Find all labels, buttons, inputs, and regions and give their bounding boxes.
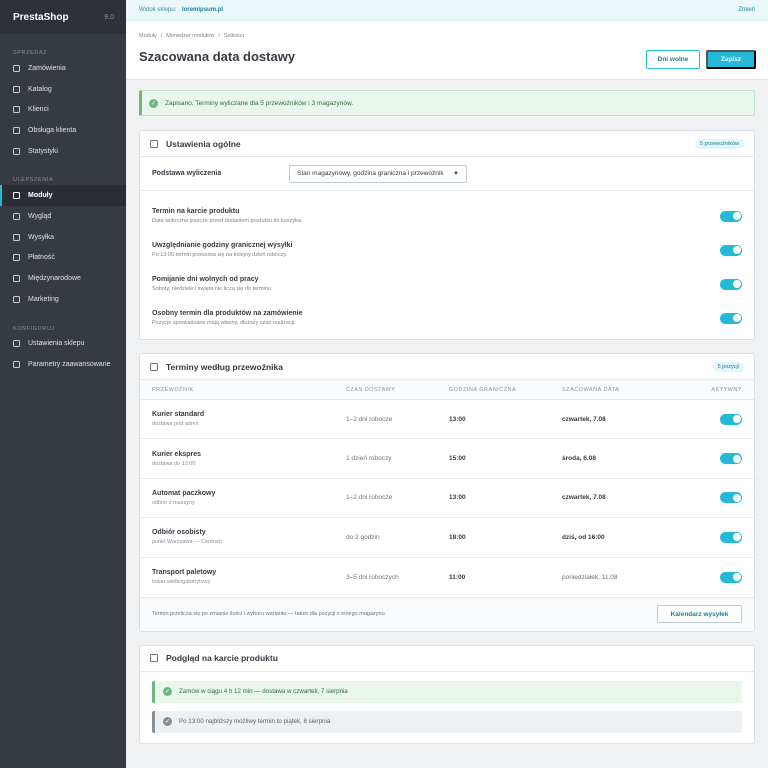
column-header[interactable]: PRZEWOŹNIK — [140, 387, 346, 393]
check-circle-icon: ✓ — [163, 687, 172, 697]
skip-holidays-toggle[interactable] — [720, 278, 742, 290]
shop-view-link[interactable]: loremipsum.pl — [182, 7, 223, 13]
shop-view-label: Widok sklepu: — [139, 7, 177, 13]
setting-row: Pomijanie dni wolnych od pracy Soboty, ni… — [140, 267, 754, 301]
column-header[interactable]: SZACOWANA DATA — [562, 387, 672, 393]
table-row: Kurier standard dostawa pod adres 1–2 dni… — [140, 400, 754, 440]
breadcrumb-item[interactable]: Moduły — [139, 33, 157, 39]
sidebar-item-customer-service[interactable]: Obsługa klienta — [0, 120, 126, 141]
card-header: Terminy według przewoźnika 5 pozycji — [140, 354, 754, 380]
sidebar-item-marketing[interactable]: Marketing — [0, 289, 126, 310]
checkbox-icon — [13, 275, 20, 283]
carrier-active-toggle[interactable] — [720, 413, 742, 425]
checkbox-icon — [13, 361, 20, 369]
column-header[interactable]: GODZINA GRANICZNA — [449, 387, 562, 393]
checkbox-icon — [13, 147, 20, 155]
card-title: Podgląd na karcie produktu — [166, 653, 278, 664]
check-circle-icon: ✓ — [149, 98, 158, 108]
checkbox-icon — [13, 254, 20, 262]
calculation-basis-select[interactable]: Stan magazynowy, godzina graniczna i prz… — [289, 164, 467, 183]
carrier-active-toggle[interactable] — [720, 531, 742, 543]
sidebar-item-payment[interactable]: Płatność — [0, 248, 126, 269]
checkbox-icon — [13, 106, 20, 114]
nav-section-sales: SPRZEDAŻ — [13, 50, 48, 56]
breadcrumb-item: Sellision — [223, 33, 245, 39]
footer-note: Termin przelicza się po zmianie ilości i… — [152, 611, 387, 618]
breadcrumb-item[interactable]: Menedżer modułów — [166, 33, 214, 39]
sidebar-item-modules[interactable]: Moduły — [0, 185, 126, 207]
card-title: Terminy według przewoźnika — [166, 361, 283, 372]
sidebar-item-international[interactable]: Międzynarodowe — [0, 268, 126, 289]
brand-logo[interactable]: PrestaShop — [13, 12, 69, 23]
sidebar-item-shop-settings[interactable]: Ustawienia sklepu — [0, 334, 126, 355]
calculation-basis-label: Podstawa wyliczenia — [152, 170, 222, 177]
card-header: Podgląd na karcie produktu — [140, 646, 754, 672]
success-alert: ✓ Zapisano. Terminy wyliczane dla 5 prze… — [139, 90, 755, 116]
alert-text: Zapisano. Terminy wyliczane dla 5 przewo… — [165, 99, 354, 107]
carriers-count-badge: 5 przewoźników — [694, 138, 744, 149]
save-button[interactable]: Zapisz — [706, 50, 756, 69]
checkbox-icon — [13, 295, 20, 303]
main-content: ✓ Zapisano. Terminy wyliczane dla 5 prze… — [139, 90, 755, 744]
table-row: Transport paletowy towar wielkogabarytowy… — [140, 558, 754, 597]
preview-message-primary: ✓ Zamów w ciągu 4 h 12 min — dostawa w c… — [152, 680, 742, 703]
sidebar: PrestaShop 9.0 SPRZEDAŻ Zamówienia Katal… — [0, 0, 126, 768]
page-title: Szacowana data dostawy — [139, 49, 296, 64]
setting-row: Termin na karcie produktu Data widoczna j… — [140, 199, 754, 233]
card-checkbox-icon — [150, 139, 158, 148]
rows-count-badge: 5 pozycji — [712, 361, 744, 372]
general-settings-card: Ustawienia ogólne 5 przewoźników Podstaw… — [139, 130, 755, 340]
shipping-calendar-button[interactable]: Kalendarz wysyłek — [657, 605, 742, 624]
preview-message-secondary: ✓ Po 13:00 najbliższy możliwy termin to … — [152, 710, 742, 733]
setting-row: Osobny termin dla produktów na zamówieni… — [140, 301, 754, 335]
sidebar-item-customers[interactable]: Klienci — [0, 99, 126, 120]
brand-bar: PrestaShop 9.0 — [0, 0, 126, 34]
sidebar-item-shipping[interactable]: Wysyłka — [0, 227, 126, 248]
sidebar-item-design[interactable]: Wygląd — [0, 206, 126, 227]
card-footer: Termin przelicza się po zmianie ilości i… — [140, 596, 754, 631]
checkbox-icon — [13, 126, 20, 134]
product-page-date-toggle[interactable] — [720, 210, 742, 222]
setting-row: Uwzględnianie godziny granicznej wysyłki… — [140, 233, 754, 267]
change-shop-link[interactable]: Zmień — [738, 7, 755, 13]
sidebar-item-stats[interactable]: Statystyki — [0, 141, 126, 162]
shop-view-bar: Widok sklepu: loremipsum.pl Zmień — [126, 0, 768, 21]
version-label: 9.0 — [104, 13, 114, 21]
table-row: Automat paczkowy odbiór z maszyny 1–2 dni… — [140, 479, 754, 519]
table-header: PRZEWOŹNIK CZAS DOSTAWY GODZINA GRANICZN… — [140, 380, 754, 400]
check-circle-icon: ✓ — [163, 717, 172, 727]
checkbox-icon — [13, 192, 20, 200]
sidebar-item-orders[interactable]: Zamówienia — [0, 58, 126, 79]
checkbox-icon — [13, 64, 20, 72]
table-row: Odbiór osobisty punkt Warszawa — Centrum … — [140, 518, 754, 558]
card-checkbox-icon — [150, 654, 158, 663]
page-header: Moduły / Menedżer modułów / Sellision Szacow… — [126, 21, 768, 80]
breadcrumb: Moduły / Menedżer modułów / Sellision — [139, 33, 245, 39]
sidebar-item-advanced[interactable]: Parametry zaawansowane — [0, 354, 126, 375]
nav-section-improve: ULEPSZENIA — [13, 177, 54, 184]
column-header: AKTYWNY — [711, 386, 742, 393]
carrier-active-toggle[interactable] — [720, 492, 742, 504]
carriers-card: Terminy według przewoźnika 5 pozycji PRZ… — [139, 353, 755, 632]
carrier-active-toggle[interactable] — [720, 453, 742, 465]
card-header: Ustawienia ogólne 5 przewoźników — [140, 131, 754, 157]
preview-card: Podgląd na karcie produktu ✓ Zamów w cią… — [139, 644, 755, 744]
calculation-basis-row: Podstawa wyliczenia Stan magazynowy, god… — [140, 157, 754, 191]
table-row: Kurier ekspres dostawa do 12:00 1 dzień r… — [140, 439, 754, 479]
card-title: Ustawienia ogólne — [166, 138, 241, 149]
sidebar-item-catalog[interactable]: Katalog — [0, 79, 126, 100]
nav-section-configure: KONFIGURUJ — [13, 325, 55, 332]
carrier-active-toggle[interactable] — [720, 571, 742, 583]
holidays-button[interactable]: Dni wolne — [646, 50, 700, 69]
on-order-products-toggle[interactable] — [720, 312, 742, 324]
cutoff-hour-toggle[interactable] — [720, 244, 742, 256]
checkbox-icon — [13, 233, 20, 241]
checkbox-icon — [13, 85, 20, 93]
column-header[interactable]: CZAS DOSTAWY — [346, 387, 449, 393]
checkbox-icon — [13, 340, 20, 348]
checkbox-icon — [13, 212, 20, 220]
card-checkbox-icon — [150, 362, 158, 371]
table-body: Kurier standard dostawa pod adres 1–2 dni… — [140, 400, 754, 597]
caret-down-icon: ▼ — [453, 170, 459, 177]
